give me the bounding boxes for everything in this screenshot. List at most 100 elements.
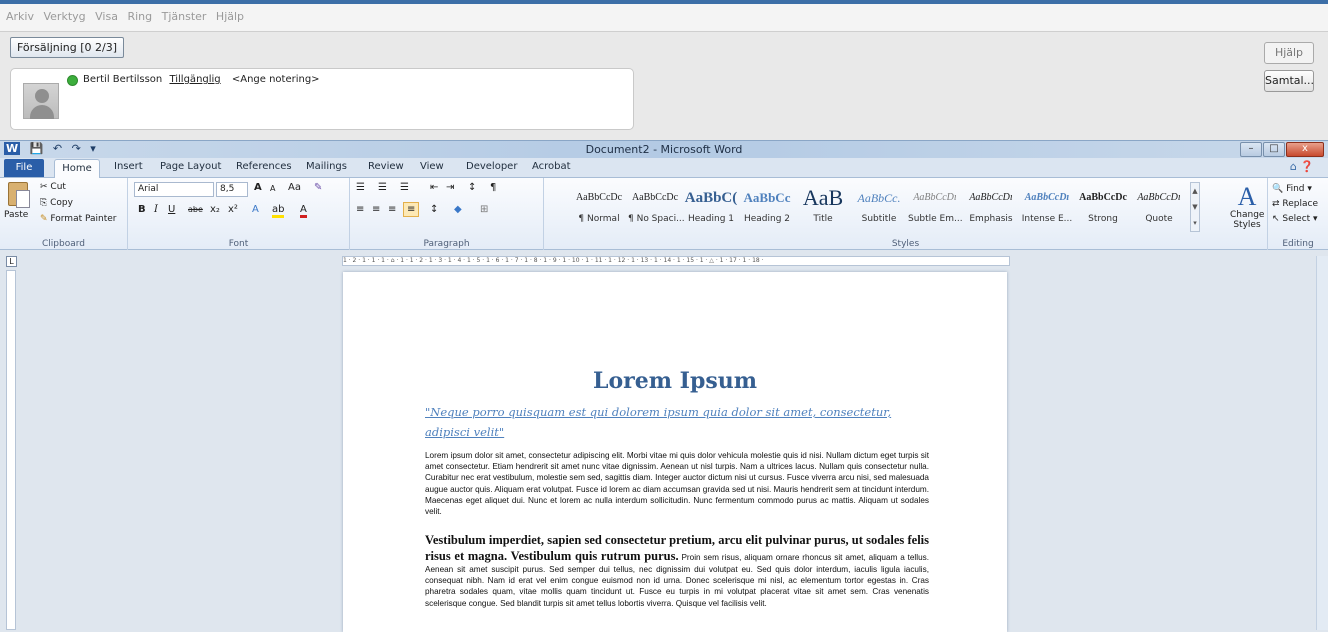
style-no-spacing[interactable]: AaBbCcDc ¶ No Spaci... [628, 182, 685, 232]
align-center-icon[interactable]: ≡ [372, 204, 380, 215]
styles-gallery: AaBbCcDc ¶ Normal AaBbCcDc ¶ No Spaci... A… [572, 182, 1212, 232]
menu-visa[interactable]: Visa [95, 4, 118, 30]
style-emphasis[interactable]: AaBbCcDı Emphasis [964, 182, 1018, 232]
help-button[interactable]: Hjälp [1264, 42, 1314, 64]
word-window: W 💾 ↶ ↷ ▾ Document2 - Microsoft Word – □ x… [0, 140, 1328, 632]
vertical-ruler[interactable] [6, 270, 16, 630]
contact-status[interactable]: Tillgänglig [169, 74, 220, 85]
vertical-scrollbar[interactable] [1316, 256, 1328, 630]
tab-view[interactable]: View [420, 161, 444, 172]
cut-button[interactable]: ✂ Cut [40, 182, 66, 192]
superscript-button[interactable]: x² [228, 204, 238, 215]
increase-indent-icon[interactable]: ⇥ [446, 182, 454, 193]
justify-icon[interactable]: ≡ [403, 202, 420, 217]
horizontal-ruler[interactable]: 1 · 2 · 1 · 1 · 1 · ⌂ · 1 · 1 · 2 · 1 · … [342, 256, 1010, 266]
tab-home[interactable]: Home [54, 159, 100, 178]
highlight-button[interactable]: ab [272, 204, 285, 218]
menu-verktyg[interactable]: Verktyg [43, 4, 85, 30]
paste-button[interactable]: Paste [4, 210, 28, 220]
font-name-select[interactable]: Arial [134, 182, 214, 197]
style-intense-emphasis[interactable]: AaBbCcDı Intense E... [1020, 182, 1074, 232]
tab-mailings[interactable]: Mailings [306, 161, 347, 172]
menu-arkiv[interactable]: Arkiv [6, 4, 34, 30]
strikethrough-button[interactable]: abe [188, 205, 203, 214]
ribbon-help-icons[interactable]: ⌂ ❓ [1290, 160, 1314, 173]
align-left-icon[interactable]: ≡ [356, 204, 364, 215]
underline-button[interactable]: U [168, 204, 175, 215]
line-spacing-icon[interactable]: ↕ [430, 204, 438, 215]
find-button[interactable]: 🔍 Find ▾ [1272, 182, 1318, 197]
bullets-icon[interactable]: ☰ [356, 182, 365, 193]
clipboard-label: Clipboard [42, 239, 85, 249]
tab-developer[interactable]: Developer [466, 161, 517, 172]
font-color-button[interactable]: A [300, 204, 307, 218]
cut-icon: ✂ [40, 182, 51, 192]
sort-icon[interactable]: ↕ [468, 182, 476, 193]
style-title[interactable]: AaB Title [796, 182, 850, 232]
borders-icon[interactable]: ⊞ [480, 204, 488, 215]
shading-icon[interactable]: ◆ [454, 204, 462, 215]
clipboard-group: Paste ✂ Cut ⎘ Copy ✎ Format Painter Clip… [0, 178, 128, 250]
document-title[interactable]: Lorem Ipsum [343, 368, 1007, 394]
bold-button[interactable]: B [138, 204, 146, 215]
document-paragraph-1[interactable]: Lorem ipsum dolor sit amet, consectetur … [425, 450, 929, 517]
copy-button[interactable]: ⎘ Copy [40, 198, 73, 208]
paste-icon[interactable] [8, 182, 30, 208]
calls-button[interactable]: Samtal... [1264, 70, 1314, 92]
tab-review[interactable]: Review [368, 161, 404, 172]
replace-button[interactable]: ⇄ Replace [1272, 197, 1318, 212]
style-normal[interactable]: AaBbCcDc ¶ Normal [572, 182, 626, 232]
text-effects-button[interactable]: A [252, 204, 259, 215]
tab-page-layout[interactable]: Page Layout [160, 161, 221, 172]
editing-label: Editing [1282, 239, 1314, 249]
tab-acrobat[interactable]: Acrobat [532, 161, 571, 172]
menu-hjalp[interactable]: Hjälp [216, 4, 244, 30]
decrease-indent-icon[interactable]: ⇤ [430, 182, 438, 193]
style-subtitle[interactable]: AaBbCc. Subtitle [852, 182, 906, 232]
change-styles-button[interactable]: A Change Styles [1230, 184, 1264, 231]
tab-file[interactable]: File [4, 159, 44, 177]
tab-selector[interactable]: L [6, 256, 17, 267]
align-right-icon[interactable]: ≡ [388, 204, 396, 215]
menu-ring[interactable]: Ring [127, 4, 152, 30]
menu-bar: Arkiv Verktyg Visa Ring Tjänster Hjälp [0, 4, 1328, 32]
styles-scroll-icon[interactable]: ▲ ▼ ▾ [1190, 182, 1200, 232]
style-strong[interactable]: AaBbCcDc Strong [1076, 182, 1130, 232]
change-case-button[interactable]: Aa [288, 182, 301, 193]
clear-formatting-icon[interactable]: ✎ [314, 182, 322, 193]
show-formatting-icon[interactable]: ¶ [490, 182, 496, 193]
avatar [23, 83, 59, 119]
style-subtle-emphasis[interactable]: AaBbCcDı Subtle Em... [908, 182, 963, 232]
contact-name: Bertil Bertilsson [83, 74, 163, 85]
window-controls: – □ x [1239, 141, 1324, 157]
subscript-button[interactable]: x₂ [210, 204, 220, 215]
multilevel-list-icon[interactable]: ☰ [400, 182, 409, 193]
close-button[interactable]: x [1286, 142, 1324, 157]
numbering-icon[interactable]: ☰ [378, 182, 387, 193]
font-size-select[interactable]: 8,5 [216, 182, 248, 197]
contact-info: Bertil Bertilsson Tillgänglig <Ange note… [83, 74, 320, 85]
style-heading-2[interactable]: AaBbCc Heading 2 [740, 182, 794, 232]
italic-button[interactable]: I [154, 204, 158, 215]
contact-note[interactable]: <Ange notering> [232, 74, 320, 85]
replace-icon: ⇄ [1272, 199, 1283, 209]
restore-button[interactable]: □ [1263, 142, 1285, 157]
paragraph-group: ☰ ☰ ☰ ⇤ ⇥ ↕ ¶ ≡ ≡ ≡ ≡ ↕ ◆ ⊞ Paragraph [350, 178, 544, 250]
select-icon: ↖ [1272, 214, 1283, 224]
format-painter-button[interactable]: ✎ Format Painter [40, 214, 117, 224]
style-quote[interactable]: AaBbCcDı Quote [1132, 182, 1186, 232]
shrink-font-button[interactable]: A [270, 184, 275, 193]
tab-insert[interactable]: Insert [114, 161, 143, 172]
tab-references[interactable]: References [236, 161, 292, 172]
style-heading-1[interactable]: AaBbC(Heading 1 [684, 182, 738, 232]
format-painter-icon: ✎ [40, 214, 51, 224]
menu-tjanster[interactable]: Tjänster [162, 4, 207, 30]
document-window-title: Document2 - Microsoft Word [585, 143, 743, 156]
grow-font-button[interactable]: A [254, 182, 262, 193]
sales-queue-tab[interactable]: Försäljning [0 2/3] [10, 37, 125, 58]
select-button[interactable]: ↖ Select ▾ [1272, 212, 1318, 227]
document-quote[interactable]: "Neque porro quisquam est qui dolorem ip… [425, 402, 929, 442]
document-page[interactable]: Lorem Ipsum "Neque porro quisquam est qu… [343, 272, 1007, 632]
minimize-button[interactable]: – [1240, 142, 1262, 157]
document-paragraph-2[interactable]: Vestibulum imperdiet, sapien sed consect… [425, 532, 929, 609]
